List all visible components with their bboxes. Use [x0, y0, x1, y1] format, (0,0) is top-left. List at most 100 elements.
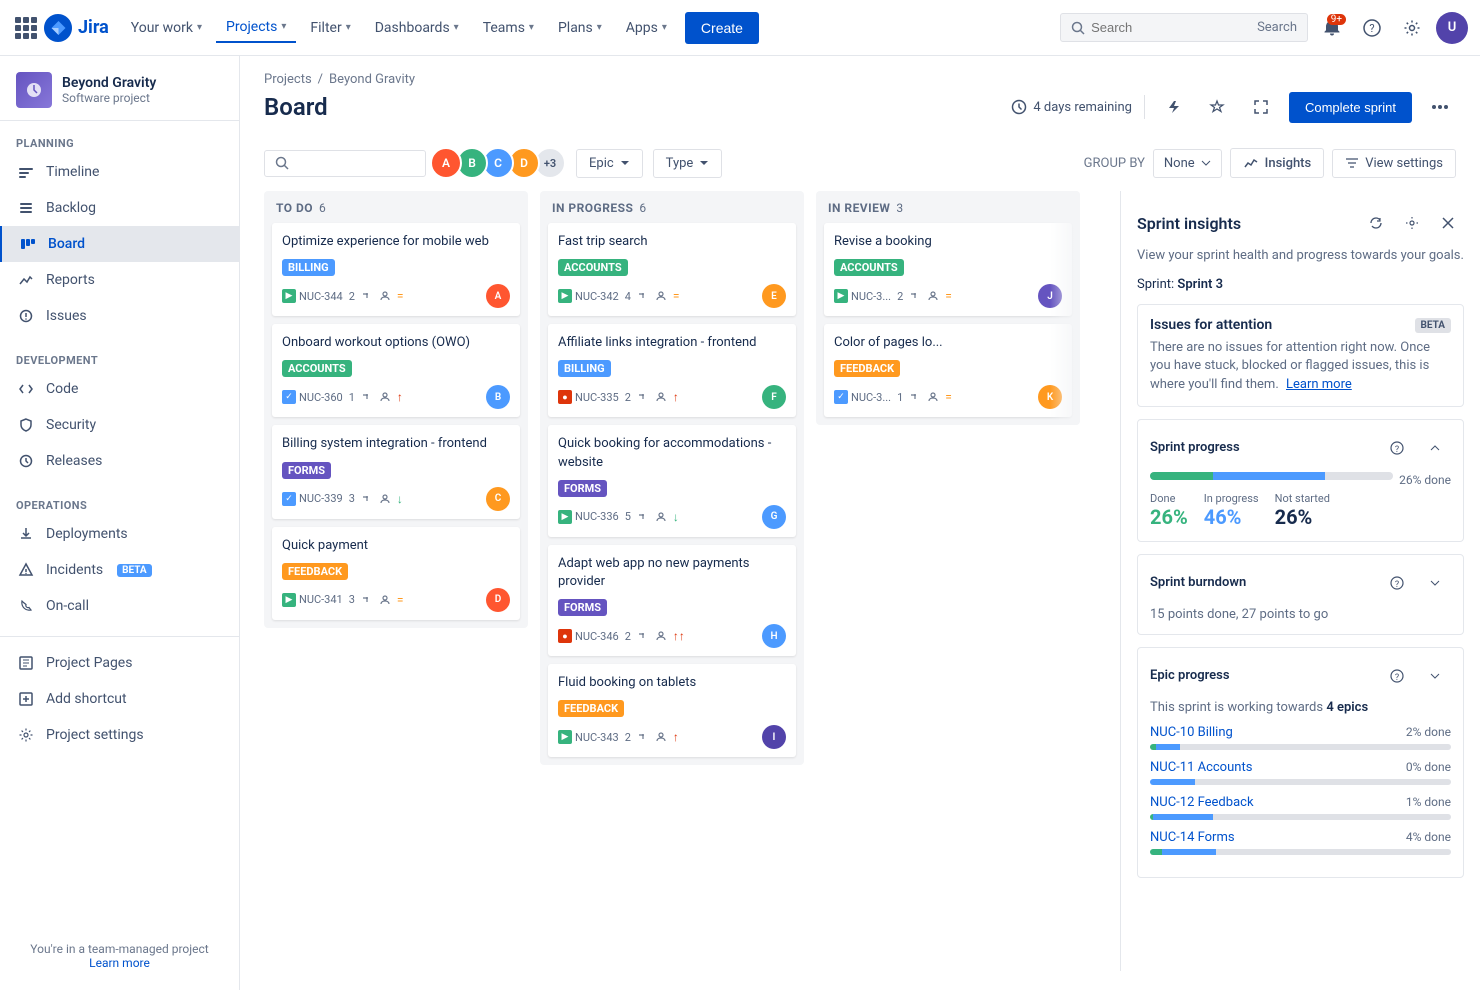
column-title-inprogress: IN PROGRESS	[552, 201, 633, 215]
people-icon	[379, 594, 391, 606]
epic-collapse-btn[interactable]	[1419, 660, 1451, 692]
epic-filter[interactable]: Epic	[576, 149, 643, 178]
insights-refresh-btn[interactable]	[1360, 207, 1392, 239]
nav-filter[interactable]: Filter ▾	[300, 14, 360, 42]
fullscreen-btn[interactable]	[1245, 91, 1277, 123]
sidebar-item-timeline[interactable]: Timeline	[0, 154, 239, 190]
subtask-icon	[637, 290, 649, 302]
card-id: ▶ NUC-341	[282, 593, 343, 607]
jira-logo[interactable]: Jira	[44, 14, 109, 42]
epic-title: Epic progress	[1150, 668, 1230, 683]
sidebar-item-oncall[interactable]: On-call	[0, 588, 239, 624]
nav-teams[interactable]: Teams ▾	[473, 14, 544, 42]
groupby-select[interactable]: None	[1153, 149, 1222, 178]
project-info: Beyond Gravity Software project	[62, 75, 156, 105]
epic-name[interactable]: NUC-14 Forms	[1150, 830, 1235, 845]
sidebar-item-security[interactable]: Security	[0, 407, 239, 443]
card[interactable]: Adapt web app no new payments provider F…	[548, 545, 796, 656]
gear-icon	[1403, 19, 1421, 37]
card[interactable]: Optimize experience for mobile web BILLI…	[272, 223, 520, 316]
column-title-inreview: IN REVIEW	[828, 201, 890, 215]
insights-settings-btn[interactable]	[1396, 207, 1428, 239]
project-header: Beyond Gravity Software project	[0, 56, 239, 121]
card[interactable]: Color of pages lo... FEEDBACK ✓ NUC-3...…	[824, 324, 1072, 417]
attention-title: Issues for attention	[1150, 317, 1272, 333]
card-avatar: G	[762, 505, 786, 529]
card[interactable]: Revise a booking ACCOUNTS ▶ NUC-3... 2 =…	[824, 223, 1072, 316]
sidebar-item-releases[interactable]: Releases	[0, 443, 239, 479]
epic-item: NUC-12 Feedback 1% done	[1150, 795, 1451, 820]
more-options-btn[interactable]	[1424, 91, 1456, 123]
subtask-icon	[637, 630, 649, 642]
people-icon	[379, 290, 391, 302]
type-chevron-icon	[699, 160, 709, 166]
notifications-btn[interactable]: 9+	[1316, 12, 1348, 44]
planning-section: PLANNING Timeline Backlog Board	[0, 121, 239, 338]
burndown-help-btn[interactable]: ?	[1381, 567, 1413, 599]
sprint-label: Sprint: Sprint 3	[1137, 277, 1464, 292]
epic-help-btn[interactable]: ?	[1381, 660, 1413, 692]
breadcrumb-projects[interactable]: Projects	[264, 72, 312, 87]
card[interactable]: Onboard workout options (OWO) ACCOUNTS ✓…	[272, 324, 520, 417]
sidebar-item-backlog[interactable]: Backlog	[0, 190, 239, 226]
help-btn[interactable]: ?	[1356, 12, 1388, 44]
star-btn[interactable]	[1201, 91, 1233, 123]
card[interactable]: Quick booking for accommodations - websi…	[548, 425, 796, 536]
lightning-btn[interactable]	[1157, 91, 1189, 123]
epic-name[interactable]: NUC-11 Accounts	[1150, 760, 1252, 775]
card[interactable]: Billing system integration - frontend FO…	[272, 425, 520, 518]
type-filter[interactable]: Type	[653, 149, 723, 178]
sidebar-item-reports[interactable]: Reports	[0, 262, 239, 298]
card-avatar: D	[486, 588, 510, 612]
apps-grid-btn[interactable]	[12, 14, 40, 42]
view-settings-button[interactable]: View settings	[1332, 149, 1456, 178]
progress-help-icon: ?	[1390, 441, 1404, 455]
sprint-progress-bar	[1150, 472, 1393, 480]
epic-name[interactable]: NUC-10 Billing	[1150, 725, 1233, 740]
sidebar-item-incidents[interactable]: Incidents BETA	[0, 552, 239, 588]
progress-help-btn[interactable]: ?	[1381, 432, 1413, 464]
epic-name[interactable]: NUC-12 Feedback	[1150, 795, 1254, 810]
complete-sprint-button[interactable]: Complete sprint	[1289, 92, 1412, 123]
search-box[interactable]: Search	[1060, 13, 1308, 42]
settings-btn[interactable]	[1396, 12, 1428, 44]
card[interactable]: Quick payment FEEDBACK ▶ NUC-341 3 = D	[272, 527, 520, 620]
sidebar-item-add-shortcut[interactable]: Add shortcut	[0, 681, 239, 717]
sidebar-item-board[interactable]: Board	[0, 226, 239, 262]
card-id: ✓ NUC-339	[282, 492, 343, 506]
sidebar-item-code[interactable]: Code	[0, 371, 239, 407]
learn-more-link[interactable]: Learn more	[89, 956, 150, 970]
create-button[interactable]: Create	[685, 12, 759, 44]
nav-projects[interactable]: Projects ▾	[216, 13, 296, 43]
member-avatar-1[interactable]: A	[430, 147, 462, 179]
sidebar-item-project-pages[interactable]: Project Pages	[0, 645, 239, 681]
nav-apps[interactable]: Apps ▾	[616, 14, 677, 42]
subtask-icon	[909, 391, 921, 403]
card[interactable]: Fast trip search ACCOUNTS ▶ NUC-342 4 = …	[548, 223, 796, 316]
sidebar-item-project-settings[interactable]: Project settings	[0, 717, 239, 753]
progress-collapse-btn[interactable]	[1419, 432, 1451, 464]
attention-learn-more[interactable]: Learn more	[1286, 377, 1352, 392]
project-settings-icon	[16, 725, 36, 745]
nav-your-work[interactable]: Your work ▾	[121, 14, 212, 42]
sidebar-item-issues[interactable]: Issues	[0, 298, 239, 334]
card[interactable]: Affiliate links integration - frontend B…	[548, 324, 796, 417]
board-search[interactable]	[264, 150, 426, 177]
card[interactable]: Fluid booking on tablets FEEDBACK ▶ NUC-…	[548, 664, 796, 757]
nav-plans[interactable]: Plans ▾	[548, 14, 612, 42]
card-tag: BILLING	[558, 360, 611, 377]
board-search-input[interactable]	[295, 156, 415, 171]
insights-close-btn[interactable]	[1432, 207, 1464, 239]
insights-button[interactable]: Insights	[1230, 148, 1325, 178]
grid-icon	[15, 17, 37, 39]
burndown-collapse-btn[interactable]	[1419, 567, 1451, 599]
epic-pct: 0% done	[1406, 760, 1451, 774]
epic-progress-bar	[1150, 814, 1451, 820]
sidebar-item-deployments[interactable]: Deployments	[0, 516, 239, 552]
nav-dashboards[interactable]: Dashboards ▾	[365, 14, 469, 42]
breadcrumb-project[interactable]: Beyond Gravity	[329, 72, 415, 87]
close-icon	[1442, 217, 1454, 229]
search-input[interactable]	[1091, 20, 1251, 35]
add-shortcut-icon	[16, 689, 36, 709]
avatar[interactable]: U	[1436, 12, 1468, 44]
